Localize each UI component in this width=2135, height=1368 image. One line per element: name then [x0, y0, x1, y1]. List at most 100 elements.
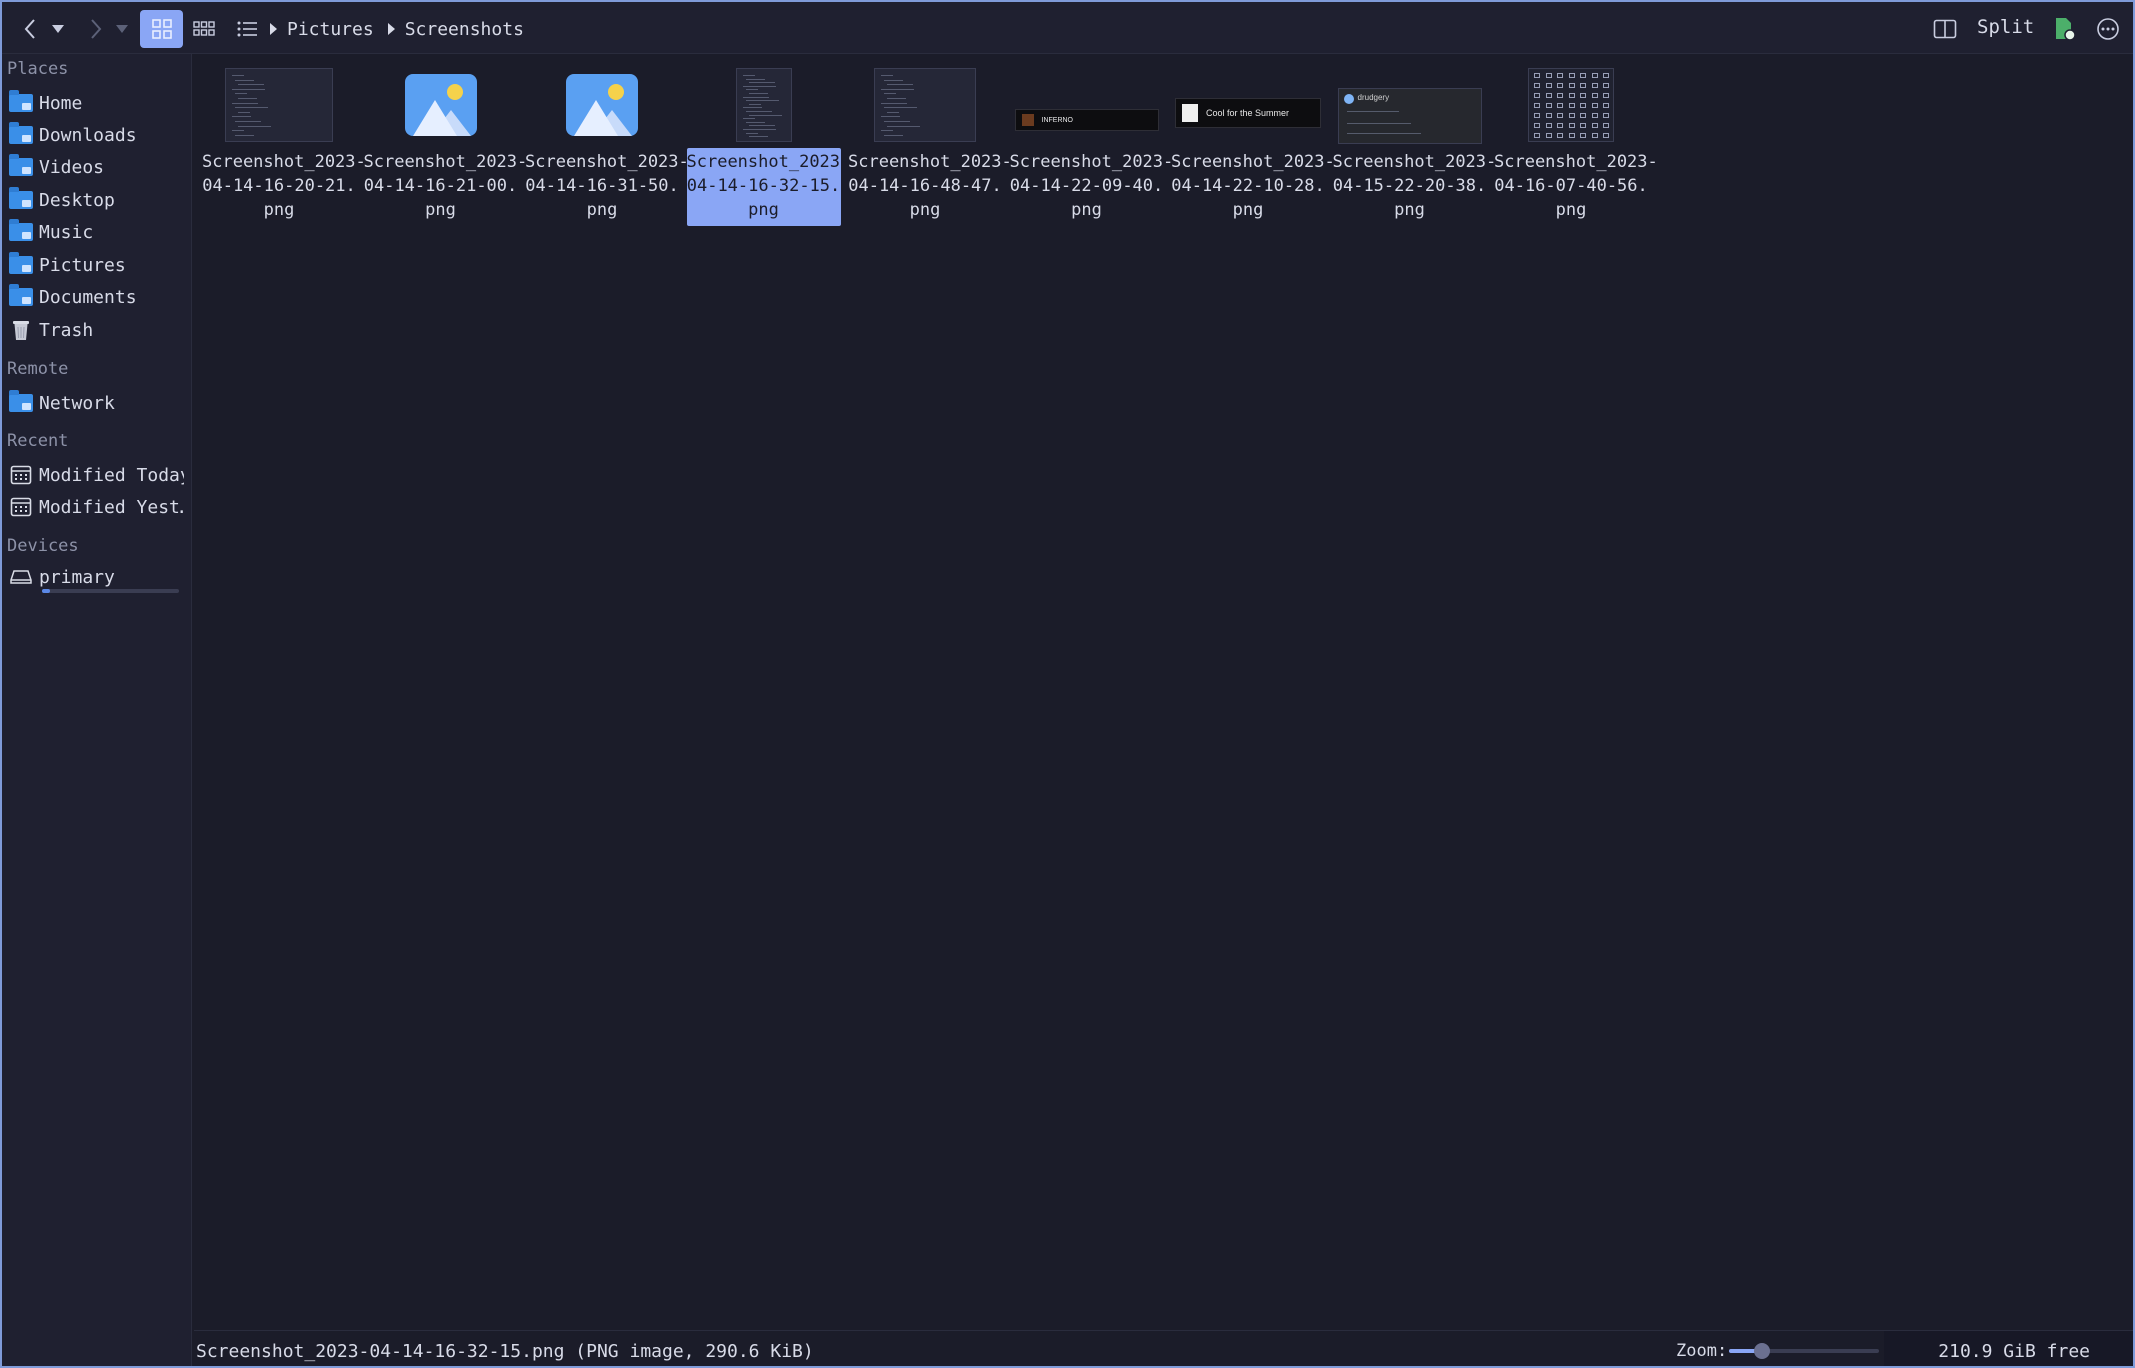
- file-item[interactable]: Cool for the Summer Screenshot_2023- 04-14…: [1171, 64, 1335, 228]
- caret-down-icon: [52, 25, 64, 33]
- sidebar-item-documents[interactable]: Documents: [8, 282, 184, 312]
- file-name-line: Screenshot_2023-: [525, 152, 689, 172]
- file-item[interactable]: Screenshot_2023- 04-16-07-40-56. png: [1494, 64, 1658, 228]
- file-item[interactable]: Screenshot_2023- 04-14-16-31-50. png: [525, 64, 689, 228]
- file-name: Screenshot_2023- 04-15-22-20-38. png: [1332, 148, 1497, 226]
- breadcrumb-separator-icon: [270, 23, 277, 35]
- banner-text: INFERNO: [1041, 116, 1074, 124]
- places-sidebar: Places Home Downloads Videos Desktop Mus…: [2, 54, 192, 1366]
- sidebar-item-desktop[interactable]: Desktop: [8, 185, 184, 215]
- grid-small-icon: [193, 21, 215, 36]
- breadcrumb: Pictures Screenshots: [270, 15, 524, 43]
- file-name: Screenshot_2023- 04-14-22-09-40. png: [1010, 148, 1174, 226]
- documents-folder-icon: [8, 284, 33, 306]
- desktop-folder-icon: [8, 187, 33, 209]
- file-item[interactable]: INFERNO Screenshot_2023- 04-14-22-09-40. pn…: [1010, 64, 1174, 228]
- file-name: Screenshot_2023- 04-14-16-21-00. png: [364, 148, 528, 226]
- file-item[interactable]: drudgery Screenshot_2023- 04-15-22-20-38. p…: [1332, 64, 1497, 228]
- section-title-devices: Devices: [7, 536, 79, 556]
- file-thumbnail: drudgery: [1333, 64, 1487, 146]
- file-name-line: 04-14-16-32-15.: [686, 176, 841, 196]
- screenshot-thumbnail: [225, 68, 333, 142]
- back-button[interactable]: [18, 10, 42, 48]
- file-name: Screenshot_2023- 04-14-22-10-28. png: [1171, 148, 1335, 226]
- zoom-label: Zoom:: [1676, 1341, 1728, 1361]
- icon-view-button[interactable]: [140, 10, 183, 48]
- file-name: Screenshot_2023- 04-14-16-31-50. png: [525, 148, 689, 226]
- card-title: drudgery: [1357, 93, 1390, 102]
- drive-icon: [9, 570, 32, 584]
- downloads-folder-icon: [8, 122, 33, 144]
- sidebar-item-modified-today[interactable]: Modified Today: [8, 460, 184, 490]
- forward-history-dropdown[interactable]: [114, 10, 130, 48]
- screenshot-thumbnail: [874, 68, 976, 142]
- file-name-line: Screenshot_2023-: [202, 152, 366, 172]
- sidebar-item-network[interactable]: Network: [8, 388, 184, 418]
- chevron-left-icon: [24, 19, 35, 39]
- calendar-icon: [10, 465, 31, 485]
- file-name: Screenshot_2023- 04-14-16-32-15. png: [686, 148, 851, 226]
- file-name-line: png: [748, 200, 779, 220]
- file-item[interactable]: Screenshot_2023- 04-14-16-32-15. png: [686, 64, 851, 228]
- breadcrumb-pictures[interactable]: Pictures: [287, 19, 374, 40]
- sidebar-item-home[interactable]: Home: [8, 88, 184, 118]
- split-view-icon-button[interactable]: [1932, 10, 1958, 48]
- file-name-line: png: [1071, 200, 1102, 220]
- breadcrumb-screenshots[interactable]: Screenshots: [405, 19, 524, 40]
- image-file-icon: [566, 74, 638, 136]
- file-name-line: Screenshot_2023-: [1332, 152, 1497, 172]
- card-thumbnail: drudgery: [1337, 88, 1482, 144]
- file-thumbnail: [848, 64, 1002, 146]
- zoom-slider-handle[interactable]: [1754, 1343, 1770, 1359]
- terminal-button[interactable]: [2052, 10, 2076, 48]
- sidebar-item-downloads[interactable]: Downloads: [8, 120, 184, 150]
- grid-large-icon: [151, 19, 172, 39]
- file-item[interactable]: Screenshot_2023- 04-14-16-20-21. png: [202, 64, 366, 228]
- album-art-icon: [1021, 114, 1034, 126]
- back-history-dropdown[interactable]: [50, 10, 66, 48]
- file-name-line: png: [263, 200, 295, 220]
- file-name-line: Screenshot_2023-: [1494, 152, 1658, 172]
- sidebar-item-pictures[interactable]: Pictures: [8, 250, 184, 280]
- file-name-line: Screenshot_2023-: [686, 152, 851, 172]
- document-green-icon: [2056, 18, 2075, 41]
- sidebar-item-music[interactable]: Music: [8, 217, 184, 247]
- file-thumbnail: [364, 64, 518, 146]
- drive-usage-bar: [42, 589, 179, 593]
- screenshot-thumbnail: [735, 68, 792, 142]
- file-name-line: 04-14-16-31-50.: [525, 176, 679, 196]
- split-panel-icon: [1933, 19, 1957, 39]
- file-thumbnail: [525, 64, 679, 146]
- file-thumbnail: Cool for the Summer: [1171, 64, 1325, 146]
- sidebar-item-trash[interactable]: Trash: [8, 315, 184, 345]
- file-name-line: png: [1232, 200, 1264, 220]
- file-thumbnail: [1494, 64, 1648, 146]
- file-name-line: 04-16-07-40-56.: [1494, 176, 1648, 196]
- banner-thumbnail: Cool for the Summer: [1175, 98, 1321, 128]
- banner-text: Cool for the Summer: [1206, 108, 1290, 118]
- home-folder-icon: [8, 90, 33, 112]
- split-button[interactable]: Split: [1977, 16, 2034, 38]
- icon-grid-thumbnail: [1528, 68, 1614, 142]
- file-item[interactable]: Screenshot_2023- 04-14-16-21-00. png: [364, 64, 528, 228]
- forward-button[interactable]: [84, 10, 108, 48]
- zoom-slider[interactable]: [1729, 1343, 1879, 1359]
- details-view-button[interactable]: [232, 10, 262, 48]
- file-name-line: 04-14-22-10-28.: [1171, 176, 1325, 196]
- file-name-line: 04-14-16-20-21.: [202, 176, 356, 196]
- section-title-places: Places: [7, 59, 69, 79]
- drive-usage-fill: [42, 589, 51, 593]
- file-thumbnail: [202, 64, 356, 146]
- sidebar-item-primary-drive[interactable]: primary: [8, 562, 184, 592]
- sidebar-item-videos[interactable]: Videos: [8, 152, 184, 182]
- breadcrumb-separator-icon: [387, 23, 395, 35]
- compact-view-button[interactable]: [188, 10, 220, 48]
- file-name-line: png: [1394, 200, 1425, 220]
- sidebar-item-modified-yesterday[interactable]: Modified Yest…: [8, 492, 184, 522]
- avatar-icon: [1343, 94, 1354, 104]
- more-options-button[interactable]: [2095, 10, 2121, 48]
- file-name-line: png: [909, 200, 941, 220]
- file-item[interactable]: Screenshot_2023- 04-14-16-48-47. png: [848, 64, 1012, 228]
- file-name-line: 04-14-16-48-47.: [848, 176, 1002, 196]
- calendar-icon: [10, 497, 31, 517]
